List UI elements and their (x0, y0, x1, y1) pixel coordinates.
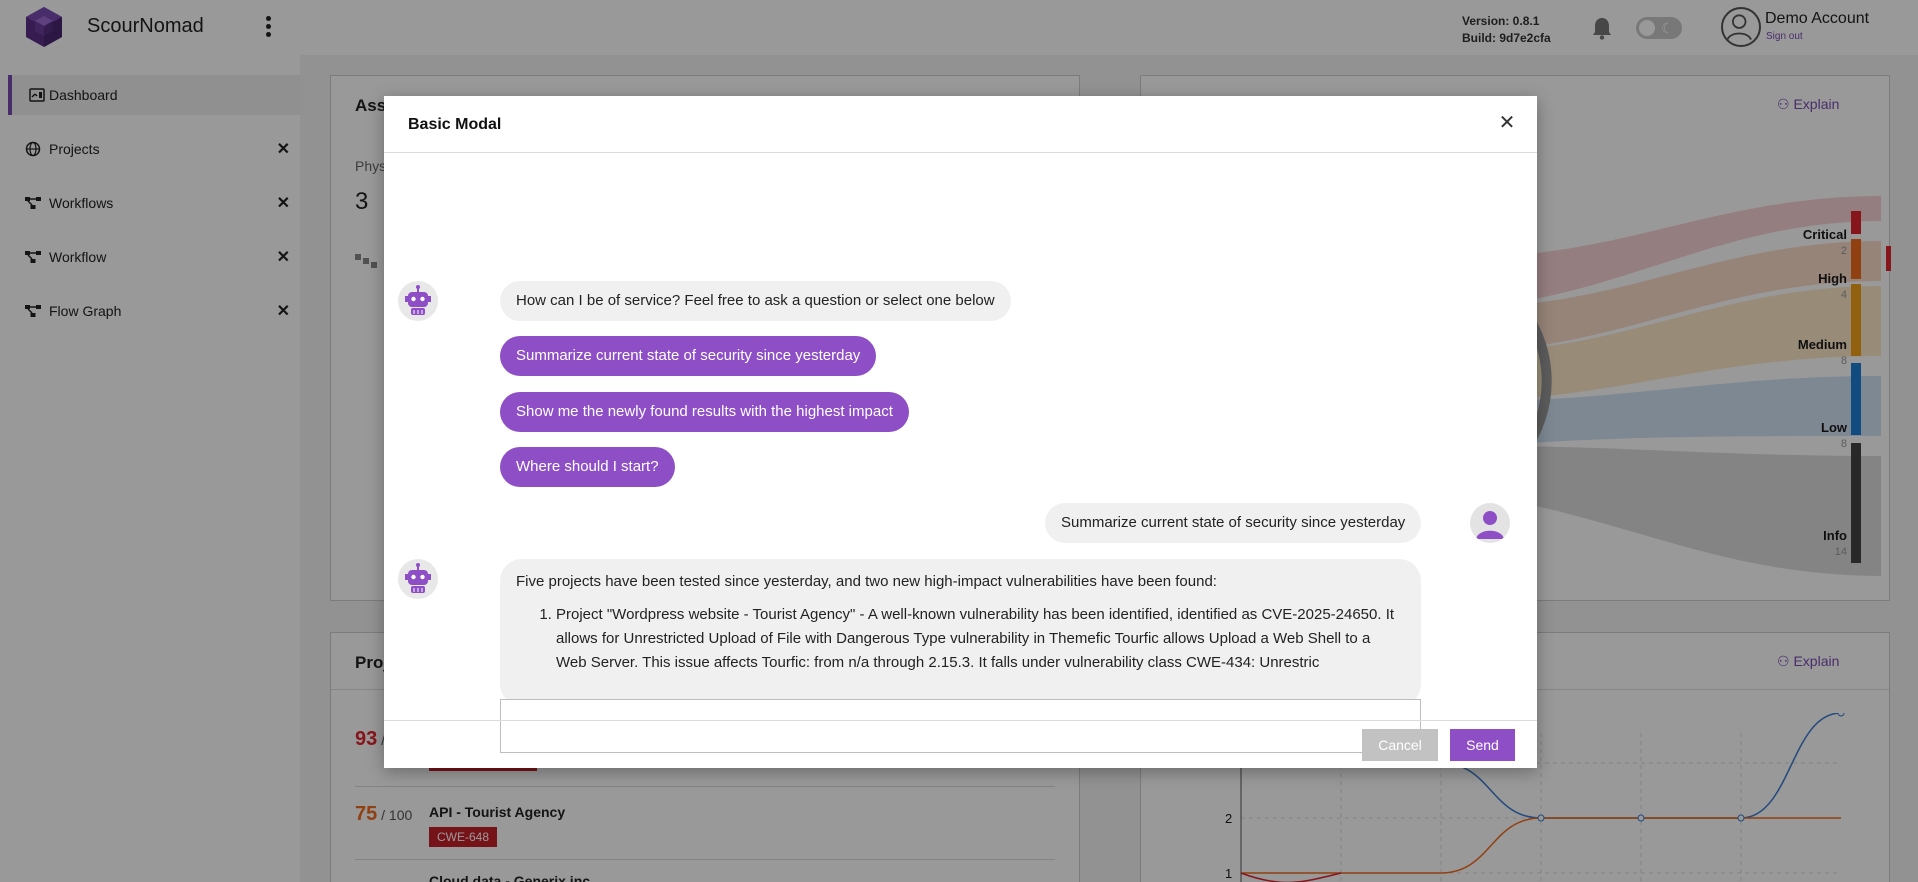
suggestion-button[interactable]: Where should I start? (500, 447, 675, 487)
bot-avatar (398, 281, 438, 321)
bot-reply-message: Five projects have been tested since yes… (500, 559, 1421, 706)
robot-icon (405, 285, 431, 315)
robot-icon (405, 563, 431, 593)
bot-reply-intro: Five projects have been tested since yes… (516, 573, 1217, 590)
user-icon (1476, 511, 1504, 539)
user-message: Summarize current state of security sinc… (1045, 503, 1422, 543)
user-avatar (1470, 503, 1510, 543)
modal-title: Basic Modal (408, 116, 502, 133)
modal-header: Basic Modal ✕ (384, 96, 1537, 153)
suggestion-button[interactable]: Summarize current state of security sinc… (500, 336, 877, 376)
suggestion-button[interactable]: Show me the newly found results with the… (500, 392, 909, 432)
close-icon[interactable]: ✕ (1497, 112, 1517, 134)
bot-greeting-message: How can I be of service? Feel free to as… (500, 281, 1011, 321)
send-button[interactable]: Send (1450, 729, 1515, 761)
cancel-button[interactable]: Cancel (1362, 729, 1438, 761)
bot-avatar (398, 559, 438, 599)
bot-reply-item: Project "Wordpress website - Tourist Age… (556, 603, 1405, 675)
bot-reply-list: Project "Wordpress website - Tourist Age… (556, 603, 1405, 675)
modal-footer: Cancel Send (384, 720, 1537, 768)
chat-body: How can I be of service? Feel free to as… (384, 154, 1537, 753)
chat-modal: Basic Modal ✕ How can I be of service? F… (384, 96, 1537, 768)
